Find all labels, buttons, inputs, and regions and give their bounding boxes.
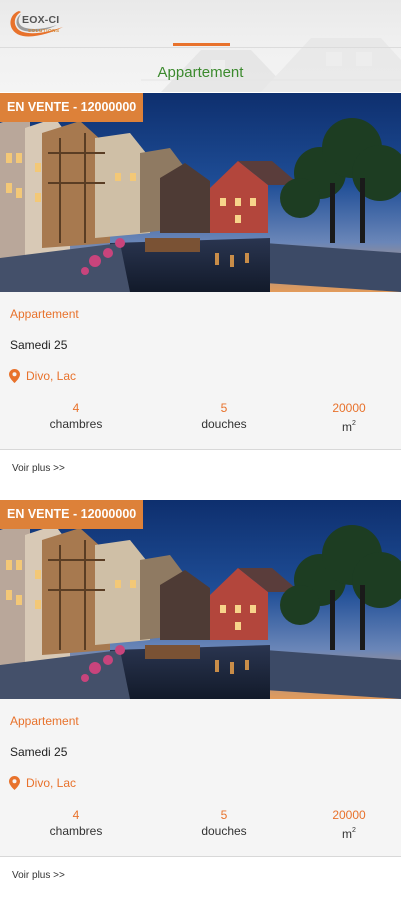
area-unit: m2 xyxy=(289,416,401,435)
showers-stat: 5 douches xyxy=(164,807,284,839)
sale-badge: EN VENTE - 12000000 xyxy=(0,500,144,529)
listing-photo[interactable]: EN VENTE - 12000000 xyxy=(0,93,401,292)
listing-details: Appartement Samedi 25 Divo, Lac 4 chambr… xyxy=(0,292,401,450)
see-more-link[interactable]: Voir plus >> xyxy=(12,870,65,881)
area-unit-exponent: 2 xyxy=(352,420,356,427)
listing-location: Divo, Lac xyxy=(9,369,76,383)
bedrooms-stat: 4 chambres xyxy=(16,400,136,432)
area-unit: m2 xyxy=(289,823,401,842)
logo-subtitle: SOLUTIONS xyxy=(28,28,60,33)
page-title: Appartement xyxy=(157,64,244,81)
location-text: Divo, Lac xyxy=(26,776,77,790)
showers-value: 5 xyxy=(220,401,228,415)
town-canal-image xyxy=(0,500,401,699)
area-unit-text: m xyxy=(342,420,353,434)
listing-footer: Voir plus >> xyxy=(0,857,401,899)
showers-label: douches xyxy=(201,417,247,431)
area-stat: 20000 m2 xyxy=(289,807,401,842)
listing-details: Appartement Samedi 25 Divo, Lac 4 chambr… xyxy=(0,699,401,857)
showers-stat: 5 douches xyxy=(164,400,284,432)
showers-value: 5 xyxy=(220,808,228,822)
listing-card[interactable]: EN VENTE - 12000000 Appartement Samedi 2… xyxy=(0,500,401,899)
listing-photo[interactable]: EN VENTE - 12000000 xyxy=(0,500,401,699)
area-stat: 20000 m2 xyxy=(289,400,401,435)
area-unit-exponent: 2 xyxy=(352,827,356,834)
map-pin-icon xyxy=(9,369,20,383)
listing-card[interactable]: EN VENTE - 12000000 Appartement Samedi 2… xyxy=(0,93,401,500)
app-header: EOX-CI SOLUTIONS Appartement xyxy=(0,0,401,92)
property-type: Appartement xyxy=(10,714,79,728)
header-divider xyxy=(0,47,401,48)
bedrooms-value: 4 xyxy=(72,401,80,415)
location-text: Divo, Lac xyxy=(26,369,77,383)
listing-stats: 4 chambres 5 douches 20000 m2 xyxy=(0,807,401,843)
listing-location: Divo, Lac xyxy=(9,776,76,790)
map-pin-icon xyxy=(9,776,20,790)
sale-badge: EN VENTE - 12000000 xyxy=(0,93,144,122)
bedrooms-label: chambres xyxy=(49,417,103,431)
bedrooms-value: 4 xyxy=(72,808,80,822)
see-more-link[interactable]: Voir plus >> xyxy=(12,463,65,474)
area-value: 20000 xyxy=(332,808,366,822)
tab-indicator xyxy=(173,43,230,46)
area-unit-text: m xyxy=(342,827,353,841)
building-watermark xyxy=(141,38,401,92)
town-canal-image xyxy=(0,93,401,292)
area-value: 20000 xyxy=(332,401,366,415)
bedrooms-label: chambres xyxy=(49,824,103,838)
listing-date: Samedi 25 xyxy=(10,745,68,759)
listing-footer: Voir plus >> xyxy=(0,450,401,500)
app-logo[interactable]: EOX-CI SOLUTIONS xyxy=(5,5,71,41)
logo-text: EOX-CI xyxy=(22,14,60,26)
showers-label: douches xyxy=(201,824,247,838)
listing-stats: 4 chambres 5 douches 20000 m2 xyxy=(0,400,401,436)
listing-date: Samedi 25 xyxy=(10,338,68,352)
property-type: Appartement xyxy=(10,307,79,321)
bedrooms-stat: 4 chambres xyxy=(16,807,136,839)
